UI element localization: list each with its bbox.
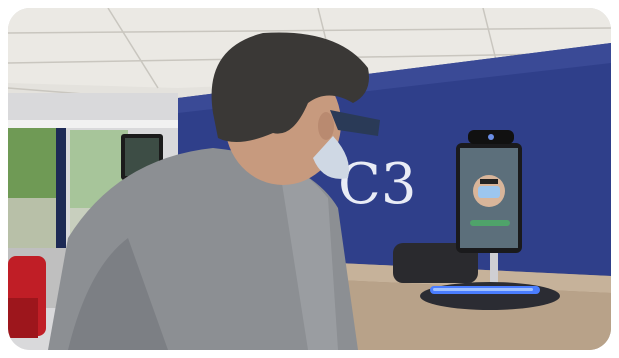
red-chair <box>8 256 46 338</box>
wall-logo: C3 <box>338 152 416 217</box>
photo-scene: C3 <box>8 8 611 350</box>
photo-frame: C3 <box>8 8 611 350</box>
